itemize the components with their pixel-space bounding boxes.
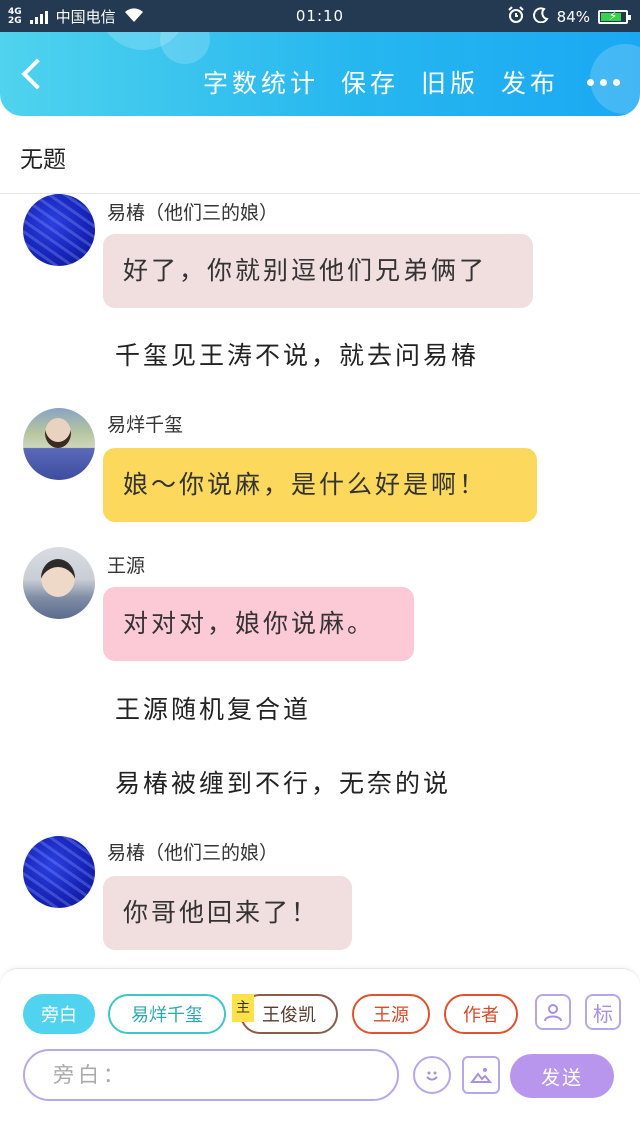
story-title: 无题 xyxy=(20,147,66,173)
publish-button[interactable]: 发布 xyxy=(501,64,559,100)
avatar[interactable] xyxy=(23,194,95,266)
send-button[interactable]: 发送 xyxy=(510,1054,614,1098)
speaker-name: 易椿（他们三的娘） xyxy=(107,842,279,864)
message-input[interactable] xyxy=(51,1051,375,1099)
narration-text[interactable]: 王源随机复合道 xyxy=(115,690,311,726)
back-arrow-icon[interactable] xyxy=(18,58,44,90)
alarm-icon xyxy=(507,6,525,28)
save-button[interactable]: 保存 xyxy=(341,64,399,100)
role-chip-yiyang-qianxi[interactable]: 易烊千玺 xyxy=(108,994,226,1034)
message-bubble[interactable]: 你哥他回来了！ xyxy=(103,876,352,950)
avatar[interactable] xyxy=(23,408,95,480)
message-bubble[interactable]: 好了，你就别逗他们兄弟俩了 xyxy=(103,234,533,308)
avatar[interactable] xyxy=(23,547,95,619)
moon-icon xyxy=(532,7,549,27)
speaker-name: 易烊千玺 xyxy=(107,414,184,436)
speaker-name: 王源 xyxy=(107,555,146,577)
message-bubble[interactable]: 娘～你说麻，是什么好是啊！ xyxy=(103,448,537,522)
message-input-wrapper[interactable] xyxy=(23,1049,399,1101)
role-chip-wang-junkai[interactable]: 王俊凯 xyxy=(240,994,338,1034)
narration-text[interactable]: 千玺见王涛不说，就去问易椿 xyxy=(115,336,479,372)
avatar[interactable] xyxy=(23,836,95,908)
more-options-icon[interactable] xyxy=(581,78,620,86)
message-bubble[interactable]: 对对对，娘你说麻。 xyxy=(103,587,414,661)
narration-text[interactable]: 易椿被缠到不行，无奈的说 xyxy=(115,764,451,800)
app-header: 4G 2G 中国电信 01:10 84% ⚡ 字数统计 保存 旧版 发布 xyxy=(0,0,640,116)
speaker-name: 易椿（他们三的娘） xyxy=(107,202,279,224)
status-bar: 4G 2G 中国电信 01:10 84% ⚡ xyxy=(0,0,640,32)
main-character-tag: 主 xyxy=(232,994,254,1022)
word-count-button[interactable]: 字数统计 xyxy=(203,64,319,100)
character-manage-icon[interactable] xyxy=(535,994,571,1030)
battery-icon: ⚡ xyxy=(598,9,631,24)
role-chip-wang-yuan[interactable]: 王源 xyxy=(352,994,430,1034)
story-title-row[interactable]: 无题 xyxy=(0,116,640,194)
nav-bar: 字数统计 保存 旧版 发布 xyxy=(0,32,640,116)
role-chip-author[interactable]: 作者 xyxy=(444,994,518,1034)
old-version-button[interactable]: 旧版 xyxy=(421,64,479,100)
battery-percent: 84% xyxy=(556,8,590,26)
label-tool-button[interactable]: 标 xyxy=(585,994,621,1030)
role-chip-narrator[interactable]: 旁白 xyxy=(23,994,95,1034)
story-chat-list[interactable]: 易椿（他们三的娘） 好了，你就别逗他们兄弟俩了 千玺见王涛不说，就去问易椿 易烊… xyxy=(0,194,640,968)
image-icon[interactable] xyxy=(462,1056,500,1094)
emoji-icon[interactable] xyxy=(413,1056,451,1094)
